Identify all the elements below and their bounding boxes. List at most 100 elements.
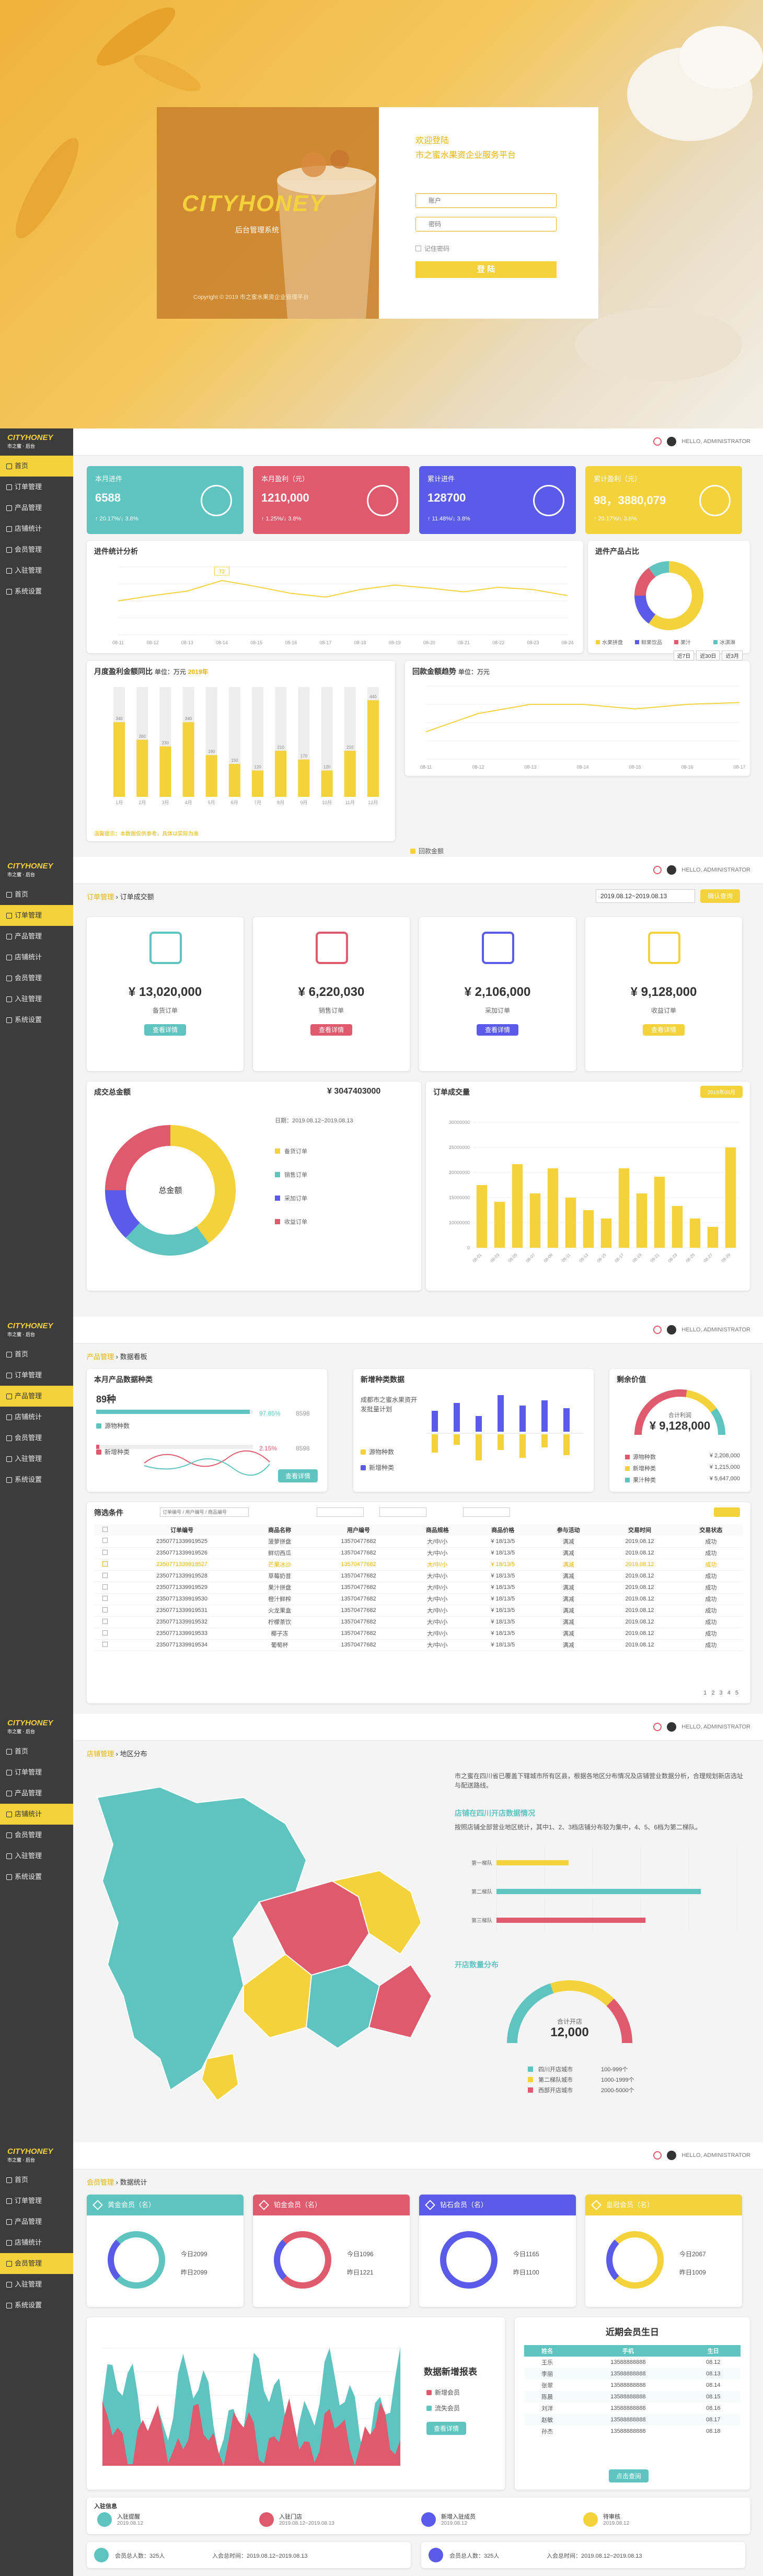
nav-stores[interactable]: 店铺统计 [0,518,73,539]
row-checkbox[interactable] [94,1582,117,1593]
row-checkbox[interactable] [94,1639,117,1651]
table-row[interactable]: 赵敏 13588888888 08.17 [524,2414,741,2426]
nav-stores[interactable]: 店铺统计 [0,2232,73,2253]
breadcrumb-parent[interactable]: 订单管理 [87,893,114,901]
table-row[interactable]: 陈晨 13588888888 08.15 [524,2391,741,2403]
nav-home[interactable]: 首页 [0,456,73,477]
refresh-icon[interactable] [653,1723,662,1731]
row-checkbox[interactable] [94,1547,117,1559]
order-detail-button[interactable]: 查看详情 [310,1024,352,1036]
nav-settings[interactable]: 系统设置 [0,581,73,602]
kind-detail-button[interactable]: 查看详情 [278,1469,318,1482]
row-checkbox[interactable] [94,1536,117,1547]
table-row[interactable]: 2350771339919534 葡萄杯 13570477682 大/中/小 ¥ 18/… [94,1639,743,1651]
nav-home[interactable]: 首页 [0,2169,73,2190]
nav-settings[interactable]: 系统设置 [0,1009,73,1030]
table-row[interactable]: 2350771339919531 火龙果盒 13570477682 大/中/小 ¥ 18… [94,1605,743,1616]
table-row[interactable]: 李丽 13588888888 08.13 [524,2368,741,2380]
avatar[interactable] [667,437,677,446]
birthday-button[interactable]: 点击查阅 [609,2469,649,2482]
filter-select-3[interactable] [463,1507,510,1517]
nav-products[interactable]: 产品管理 [0,1386,73,1407]
refresh-icon[interactable] [653,1326,662,1334]
nav-products[interactable]: 产品管理 [0,926,73,947]
row-checkbox[interactable] [94,1570,117,1582]
filter-search-input[interactable] [160,1507,249,1517]
row-checkbox[interactable] [94,1616,117,1628]
refresh-icon[interactable] [653,437,662,446]
refresh-icon[interactable] [653,2151,662,2160]
table-pager[interactable]: 1 2 3 4 5 [703,1690,740,1696]
nav-orders[interactable]: 订单管理 [0,1762,73,1783]
breadcrumb-parent[interactable]: 店铺管理 [87,1750,114,1758]
avatar[interactable] [667,2151,677,2160]
table-row[interactable]: 刘洋 13588888888 08.16 [524,2403,741,2414]
area-detail-button[interactable]: 查看详情 [426,2422,467,2435]
nav-orders[interactable]: 订单管理 [0,905,73,926]
nav-members[interactable]: 会员管理 [0,1825,73,1846]
table-row[interactable]: 2350771339919526 鲜切西瓜 13570477682 大/中/小 ¥ 18… [94,1547,743,1559]
nav-settings[interactable]: 系统设置 [0,1866,73,1887]
nav-orders[interactable]: 订单管理 [0,2190,73,2211]
breadcrumb-parent[interactable]: 产品管理 [87,1353,114,1361]
row-checkbox[interactable] [94,1593,117,1605]
table-row[interactable]: 2350771339919533 椰子冻 13570477682 大/中/小 ¥ 18/… [94,1628,743,1639]
avatar[interactable] [667,1325,677,1335]
date-range-picker[interactable]: 2019.08.12~2019.08.13 [596,889,695,903]
avatar[interactable] [667,1722,677,1732]
nav-members[interactable]: 会员管理 [0,2253,73,2274]
avatar[interactable] [667,865,677,875]
table-row[interactable]: 2350771339919528 草莓奶昔 13570477682 大/中/小 ¥ 18… [94,1570,743,1582]
nav-settings[interactable]: 系统设置 [0,2295,73,2316]
order-detail-button[interactable]: 查看详情 [477,1024,518,1036]
nav-orders[interactable]: 订单管理 [0,477,73,497]
login-button[interactable]: 登 陆 [415,261,557,278]
table-row[interactable]: 2350771339919529 果汁拼盘 13570477682 大/中/小 ¥ 18… [94,1582,743,1593]
user-greeting[interactable]: HELLO, ADMINISTRATOR [681,1724,750,1730]
nav-products[interactable]: 产品管理 [0,497,73,518]
breadcrumb-parent[interactable]: 会员管理 [87,2178,114,2186]
filter-select-2[interactable] [379,1507,426,1517]
table-row[interactable]: 2350771339919530 橙汁鲜榨 13570477682 大/中/小 ¥ 18… [94,1593,743,1605]
filter-select-1[interactable] [317,1507,364,1517]
month-selector[interactable]: 2019年08月 [700,1086,743,1098]
nav-products[interactable]: 产品管理 [0,1783,73,1804]
nav-entry[interactable]: 入驻管理 [0,560,73,581]
remember-checkbox[interactable]: 记住密码 [415,244,449,253]
nav-stores[interactable]: 店铺统计 [0,947,73,968]
refresh-icon[interactable] [653,866,662,874]
nav-entry[interactable]: 入驻管理 [0,989,73,1009]
nav-products[interactable]: 产品管理 [0,2211,73,2232]
nav-stores[interactable]: 店铺统计 [0,1407,73,1428]
trend-tab-7d[interactable]: 近7日 [673,651,695,660]
table-row[interactable]: 2350771339919532 柠檬茶饮 13570477682 大/中/小 ¥ 18… [94,1616,743,1628]
nav-orders[interactable]: 订单管理 [0,1365,73,1386]
nav-members[interactable]: 会员管理 [0,1428,73,1448]
order-detail-button[interactable]: 查看详情 [643,1024,685,1036]
table-row[interactable]: 2350771339919527 芒果冰沙 13570477682 大/中/小 ¥ 18… [94,1559,743,1570]
user-greeting[interactable]: HELLO, ADMINISTRATOR [681,1327,750,1333]
table-row[interactable]: 孙杰 13588888888 08.18 [524,2426,741,2437]
table-row[interactable]: 王乐 13588888888 08.12 [524,2357,741,2368]
nav-entry[interactable]: 入驻管理 [0,1448,73,1469]
user-greeting[interactable]: HELLO, ADMINISTRATOR [681,438,750,445]
nav-home[interactable]: 首页 [0,1741,73,1762]
user-greeting[interactable]: HELLO, ADMINISTRATOR [681,2152,750,2159]
select-all-checkbox[interactable] [94,1524,117,1536]
order-detail-button[interactable]: 查看详情 [144,1024,186,1036]
nav-entry[interactable]: 入驻管理 [0,2274,73,2295]
filter-search-button[interactable] [714,1507,740,1517]
trend-tab-3m[interactable]: 近3月 [722,651,743,660]
table-row[interactable]: 2350771339919525 菠萝拼盘 13570477682 大/中/小 ¥ 18… [94,1536,743,1547]
nav-members[interactable]: 会员管理 [0,968,73,989]
user-greeting[interactable]: HELLO, ADMINISTRATOR [681,867,750,873]
row-checkbox[interactable] [94,1605,117,1616]
nav-entry[interactable]: 入驻管理 [0,1846,73,1866]
confirm-query-button[interactable]: 确认查询 [700,889,741,903]
username-input[interactable] [415,193,557,208]
nav-settings[interactable]: 系统设置 [0,1469,73,1490]
table-row[interactable]: 张翠 13588888888 08.14 [524,2380,741,2391]
row-checkbox[interactable] [94,1628,117,1639]
nav-members[interactable]: 会员管理 [0,539,73,560]
trend-tab-30d[interactable]: 近30日 [696,651,720,660]
